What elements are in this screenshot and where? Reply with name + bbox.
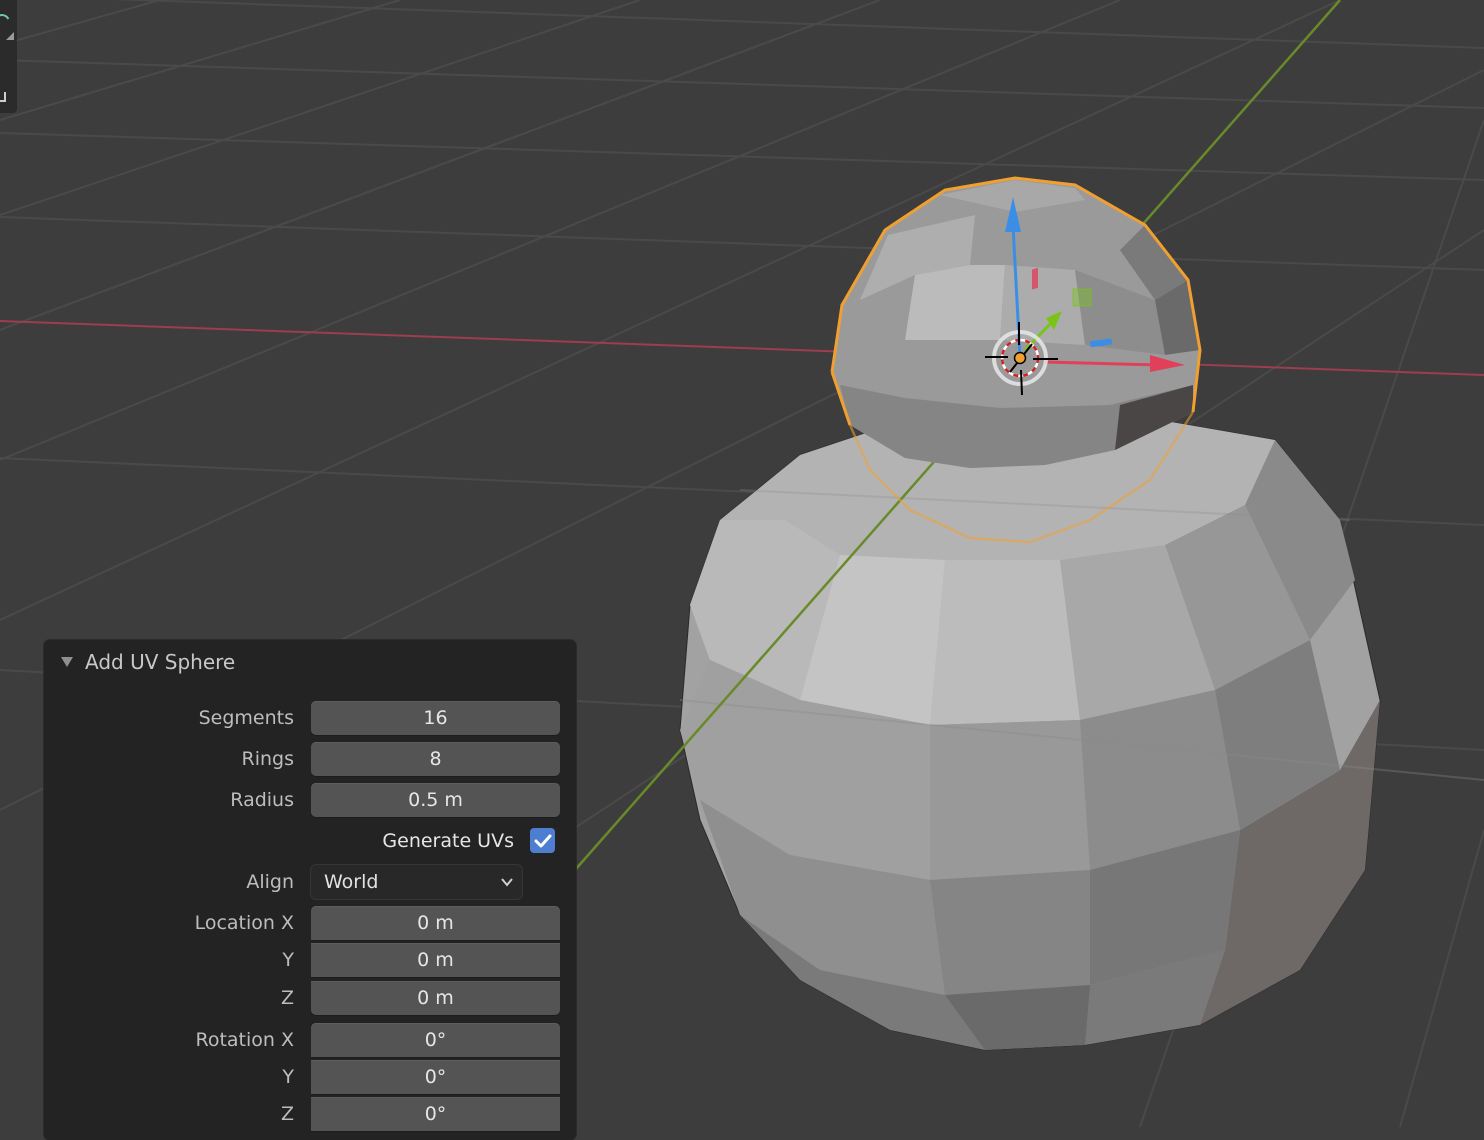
location-x-field[interactable]: 0 m xyxy=(311,906,560,940)
grid-line xyxy=(0,0,881,331)
align-row: Align World xyxy=(44,864,576,900)
rotation-x-field[interactable]: 0° xyxy=(311,1023,560,1057)
sphere-object-large[interactable] xyxy=(679,409,1484,1051)
radius-label: Radius xyxy=(230,789,294,811)
object-origin xyxy=(1013,351,1027,365)
grid-line xyxy=(0,0,161,46)
generate-uvs-row: Generate UVs xyxy=(44,823,576,859)
grid-line xyxy=(0,216,1484,271)
generate-uvs-label[interactable]: Generate UVs xyxy=(382,823,514,859)
rotation-x-row: Rotation X 0° xyxy=(44,1022,576,1058)
gizmo-xz-plane[interactable] xyxy=(1072,288,1092,307)
segments-field[interactable]: 16 xyxy=(311,701,560,735)
grid-line xyxy=(0,0,401,121)
segments-label: Segments xyxy=(198,707,294,729)
rings-row: Rings 8 xyxy=(44,741,576,777)
location-x-label: Location X xyxy=(194,912,294,934)
x-axis-line xyxy=(0,320,1484,376)
location-z-field[interactable]: 0 m xyxy=(311,981,560,1015)
operator-redo-panel: Add UV Sphere Segments 16 Rings 8 Radius… xyxy=(44,640,576,1140)
checkmark-icon xyxy=(534,834,551,847)
rotate-tool-icon[interactable] xyxy=(0,11,13,33)
collapse-triangle-icon[interactable] xyxy=(61,657,73,667)
rotation-y-row: Y 0° xyxy=(44,1059,576,1095)
rotation-y-field[interactable]: 0° xyxy=(311,1060,560,1094)
align-value: World xyxy=(324,871,379,893)
grid-line xyxy=(0,0,641,216)
radius-row: Radius 0.5 m xyxy=(44,782,576,818)
grid-line xyxy=(0,59,1484,109)
location-y-row: Y 0 m xyxy=(44,942,576,978)
align-label: Align xyxy=(246,871,294,893)
location-y-field[interactable]: 0 m xyxy=(311,943,560,977)
panel-title: Add UV Sphere xyxy=(85,650,236,674)
scale-tool-icon[interactable] xyxy=(0,92,6,102)
rotation-z-field[interactable]: 0° xyxy=(311,1097,560,1131)
rotation-x-label: Rotation X xyxy=(195,1029,294,1051)
rings-field[interactable]: 8 xyxy=(311,742,560,776)
gizmo-yz-plane[interactable] xyxy=(1032,267,1038,290)
chevron-down-icon xyxy=(501,878,513,887)
location-z-label: Z xyxy=(280,987,294,1009)
grid-line xyxy=(1399,829,1484,1127)
location-y-label: Y xyxy=(282,949,294,971)
rings-label: Rings xyxy=(241,748,294,770)
grid-line xyxy=(111,0,1484,49)
radius-field[interactable]: 0.5 m xyxy=(311,783,560,817)
toolbar-edge[interactable] xyxy=(0,0,17,113)
rotation-y-label: Y xyxy=(282,1066,294,1088)
generate-uvs-checkbox[interactable] xyxy=(530,828,555,853)
location-z-row: Z 0 m xyxy=(44,980,576,1016)
align-dropdown[interactable]: World xyxy=(311,865,522,899)
tool-options-corner-icon[interactable] xyxy=(6,32,14,40)
location-x-row: Location X 0 m xyxy=(44,905,576,941)
panel-header[interactable]: Add UV Sphere xyxy=(44,640,576,684)
segments-row: Segments 16 xyxy=(44,700,576,736)
